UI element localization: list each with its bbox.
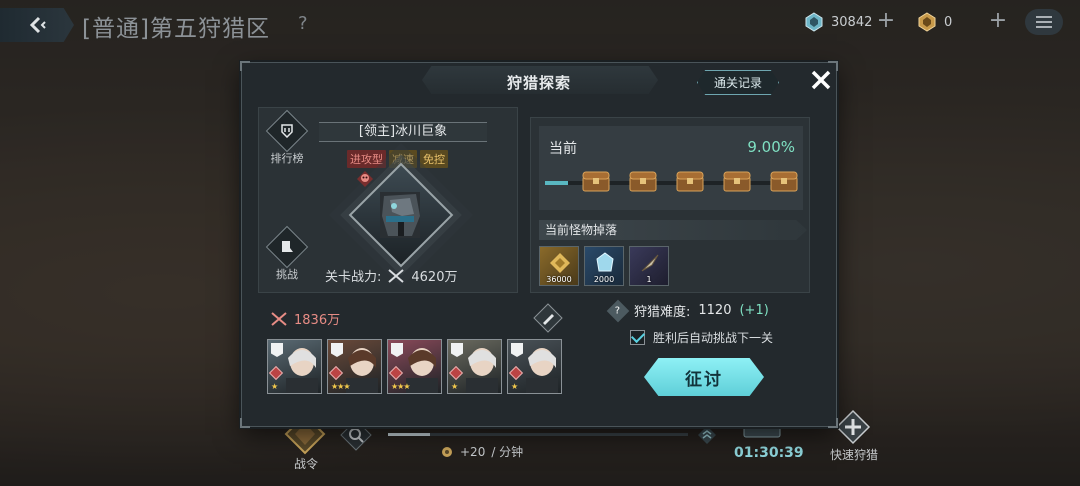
chest-icon[interactable] xyxy=(675,169,705,193)
progress-area: 当前 9.00% xyxy=(539,126,803,210)
leaderboard-button[interactable]: 排行榜 xyxy=(261,109,313,166)
back-arrow-icon xyxy=(29,16,46,34)
chest-icon[interactable] xyxy=(628,169,658,193)
boss-panel: 排行榜 挑战 [领主]冰川巨象 进攻型 减速 免控 关卡战力: 4620万 xyxy=(258,107,518,293)
double-chevron-icon[interactable] xyxy=(697,425,717,445)
boss-tag-type: 进攻型 xyxy=(347,150,386,168)
quick-hunt-label: 快速狩猎 xyxy=(829,448,878,462)
stage-power-row: 关卡战力: 4620万 xyxy=(325,266,457,285)
team-member-portrait[interactable]: ★★★ xyxy=(327,339,382,394)
battle-pass-label: 战令 xyxy=(293,457,318,471)
currency-crystal: 30842 xyxy=(805,11,872,33)
currency-crystal-value: 30842 xyxy=(831,14,873,30)
glacier-mammoth-image xyxy=(380,192,420,238)
star-rating: ★ xyxy=(271,382,278,391)
add-gold-button[interactable]: + xyxy=(986,10,1010,34)
hunt-progress-bar xyxy=(388,433,688,436)
back-button[interactable] xyxy=(0,8,74,42)
team-member-portrait[interactable]: ★ xyxy=(267,339,322,394)
hunt-explore-modal: 狩猎探索 通关记录 排行榜 挑战 [领主]冰川巨象 进攻型 减速 免控 关卡战力… xyxy=(240,61,838,428)
boss-name: [领主]冰川巨象 xyxy=(319,122,487,142)
difficulty-label: 狩猎难度: xyxy=(634,305,691,320)
boss-tag-immune: 免控 xyxy=(420,150,448,168)
progress-percent: 9.00% xyxy=(747,138,795,156)
challenge-label: 挑战 xyxy=(276,268,298,281)
drop-item[interactable]: 1 xyxy=(629,246,669,286)
boss-skull-icon xyxy=(357,171,373,187)
crossed-swords-icon xyxy=(388,268,405,283)
difficulty-value: 1120 xyxy=(698,303,732,318)
gear-coin-icon xyxy=(442,446,452,457)
drop-item[interactable]: 36000 xyxy=(539,246,579,286)
drop-qty: 2000 xyxy=(593,275,615,284)
auto-next-checkbox[interactable] xyxy=(630,330,645,345)
character-portrait-image xyxy=(286,348,318,393)
menu-icon xyxy=(1036,16,1052,18)
difficulty-delta: (+1) xyxy=(739,303,769,318)
corner-deco xyxy=(828,418,838,428)
chest-icon[interactable] xyxy=(769,169,799,193)
star-rating: ★★★ xyxy=(331,382,350,391)
chest-icon[interactable] xyxy=(581,169,611,193)
current-label: 当前 xyxy=(549,141,577,157)
team-member-portrait[interactable]: ★ xyxy=(507,339,562,394)
star-rating: ★ xyxy=(511,382,518,391)
corner-deco xyxy=(240,61,250,71)
help-icon[interactable]: ? xyxy=(298,13,308,34)
star-rating: ★ xyxy=(451,382,458,391)
auto-next-row[interactable]: 胜利后自动挑战下一关 xyxy=(630,329,773,346)
team-member-portrait[interactable]: ★★★ xyxy=(387,339,442,394)
drop-qty: 36000 xyxy=(546,275,572,284)
close-icon[interactable] xyxy=(808,67,834,93)
drop-qty: 1 xyxy=(646,275,652,284)
drop-items: 36000 2000 1 xyxy=(539,246,669,286)
drill-part-icon xyxy=(641,254,659,272)
top-bar: [普通]第五狩猎区 ? 30842 + 0 + xyxy=(0,0,1080,50)
clear-record-button[interactable]: 通关记录 xyxy=(697,70,779,95)
drop-panel: 当前 9.00% 当前怪物掉落 36000 2000 1 xyxy=(530,117,810,293)
gold-coins-icon xyxy=(550,253,570,273)
character-portrait-image xyxy=(526,348,558,393)
team-power-row: 1836万 xyxy=(270,309,340,328)
auto-next-label: 胜利后自动挑战下一关 xyxy=(653,331,774,345)
conquer-button[interactable]: 征讨 xyxy=(644,358,764,396)
rate-row: +20 / 分钟 xyxy=(440,443,523,460)
leaderboard-label: 排行榜 xyxy=(270,152,304,165)
difficulty-row: ? 狩猎难度: 1120 (+1) xyxy=(606,299,769,322)
team-power-value: 1836万 xyxy=(294,313,341,328)
edit-team-icon[interactable] xyxy=(533,303,563,333)
stage-power-value: 4620万 xyxy=(411,270,458,285)
currency-gold-value: 0 xyxy=(944,14,953,30)
difficulty-help-icon[interactable]: ? xyxy=(606,299,630,322)
drops-header: 当前怪物掉落 xyxy=(539,220,807,240)
crossed-swords-icon xyxy=(271,311,287,326)
chest-icon[interactable] xyxy=(722,169,752,193)
corner-deco xyxy=(240,418,250,428)
progress-fill xyxy=(545,181,568,185)
rate-value: +20 xyxy=(460,444,486,459)
ice-crystal-icon xyxy=(596,252,614,272)
gold-hex-icon xyxy=(918,12,936,32)
crystal-icon xyxy=(805,12,823,32)
currency-gold: 0 xyxy=(918,11,952,33)
rate-unit: / 分钟 xyxy=(491,445,524,459)
challenge-button[interactable]: 挑战 xyxy=(261,225,313,282)
page-title: [普通]第五狩猎区 xyxy=(82,16,270,42)
stage-power-label: 关卡战力: xyxy=(325,270,382,285)
challenge-flag-icon xyxy=(282,241,293,252)
star-rating: ★★★ xyxy=(391,382,410,391)
add-crystal-button[interactable]: + xyxy=(874,10,898,34)
drop-item[interactable]: 2000 xyxy=(584,246,624,286)
character-portrait-image xyxy=(466,348,498,393)
quick-hunt-icon[interactable] xyxy=(835,409,871,445)
team-member-portrait[interactable]: ★ xyxy=(447,339,502,394)
team-members: ★ ★★★ ★★★ ★ ★ xyxy=(267,339,562,394)
menu-button[interactable] xyxy=(1025,9,1063,35)
hunt-timer: 01:30:39 xyxy=(734,445,804,461)
trophy-shield-icon xyxy=(281,124,293,139)
